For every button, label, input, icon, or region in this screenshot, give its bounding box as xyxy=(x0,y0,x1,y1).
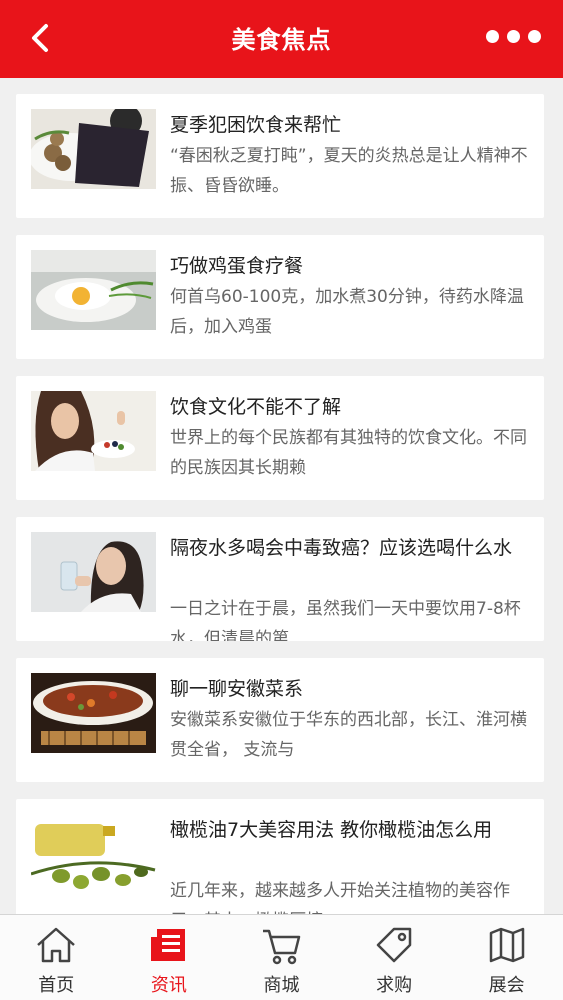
article-title: 橄榄油7大美容用法 教你橄榄油怎么用 xyxy=(170,819,493,841)
news-icon xyxy=(150,929,185,961)
article-thumbnail xyxy=(31,109,156,189)
article-thumbnail xyxy=(31,673,156,753)
app-header: 美食焦点 xyxy=(0,0,563,78)
article-list: 夏季犯困饮食来帮忙 “春困秋乏夏打盹”，夏天的炎热总是让人精神不振、昏昏欲睡。 … xyxy=(16,94,544,940)
article-title: 巧做鸡蛋食疗餐 xyxy=(170,255,304,277)
article-desc: “春困秋乏夏打盹”，夏天的炎热总是让人精神不振、昏昏欲睡。 xyxy=(170,146,528,196)
tab-exhibition[interactable]: 展会 xyxy=(450,915,563,1000)
article-desc: 安徽菜系安徽位于华东的西北部，长江、淮河横贯全省， 支流与 xyxy=(170,710,527,760)
tab-news[interactable]: 资讯 xyxy=(113,915,226,1000)
bottom-tab-bar: 首页 资讯 商城 求购 展会 xyxy=(0,914,563,1000)
article-thumbnail xyxy=(31,391,156,471)
article-title: 聊一聊安徽菜系 xyxy=(170,678,304,700)
article-card[interactable]: 橄榄油7大美容用法 教你橄榄油怎么用 近几年来，越来越多人开始关注植物的美容作用… xyxy=(16,799,544,923)
tab-label: 首页 xyxy=(38,975,75,996)
article-card[interactable]: 饮食文化不能不了解 世界上的每个民族都有其独特的饮食文化。不同的民族因其长期赖 xyxy=(16,376,544,500)
more-dots-icon[interactable] xyxy=(486,30,541,43)
tag-icon xyxy=(376,927,412,963)
tab-purchase[interactable]: 求购 xyxy=(338,915,451,1000)
article-card[interactable]: 夏季犯困饮食来帮忙 “春困秋乏夏打盹”，夏天的炎热总是让人精神不振、昏昏欲睡。 xyxy=(16,94,544,218)
cart-icon xyxy=(263,929,301,965)
tab-label: 商城 xyxy=(263,975,300,996)
article-card[interactable]: 隔夜水多喝会中毒致癌？应该选喝什么水 一日之计在于晨，虽然我们一天中要饮用7-8… xyxy=(16,517,544,641)
article-card[interactable]: 巧做鸡蛋食疗餐 何首乌60-100克，加水煮30分钟，待药水降温后，加入鸡蛋 xyxy=(16,235,544,359)
article-title: 隔夜水多喝会中毒致癌？应该选喝什么水 xyxy=(170,537,513,559)
tab-label: 展会 xyxy=(488,975,525,996)
home-icon xyxy=(37,927,76,963)
article-desc: 何首乌60-100克，加水煮30分钟，待药水降温后，加入鸡蛋 xyxy=(170,287,524,337)
article-title: 夏季犯困饮食来帮忙 xyxy=(170,114,342,136)
article-desc: 世界上的每个民族都有其独特的饮食文化。不同的民族因其长期赖 xyxy=(170,428,527,478)
page-title: 美食焦点 xyxy=(231,26,332,54)
tab-mall[interactable]: 商城 xyxy=(225,915,338,1000)
article-thumbnail xyxy=(31,532,156,612)
tab-label: 求购 xyxy=(376,975,413,996)
article-thumbnail xyxy=(31,814,156,894)
map-icon xyxy=(489,927,524,963)
article-title: 饮食文化不能不了解 xyxy=(170,396,342,418)
tab-home[interactable]: 首页 xyxy=(0,915,113,1000)
article-card[interactable]: 聊一聊安徽菜系 安徽菜系安徽位于华东的西北部，长江、淮河横贯全省， 支流与 xyxy=(16,658,544,782)
article-desc: 一日之计在于晨，虽然我们一天中要饮用7-8杯水，但清晨的第 xyxy=(170,599,521,641)
article-thumbnail xyxy=(31,250,156,330)
tab-label: 资讯 xyxy=(150,975,187,996)
